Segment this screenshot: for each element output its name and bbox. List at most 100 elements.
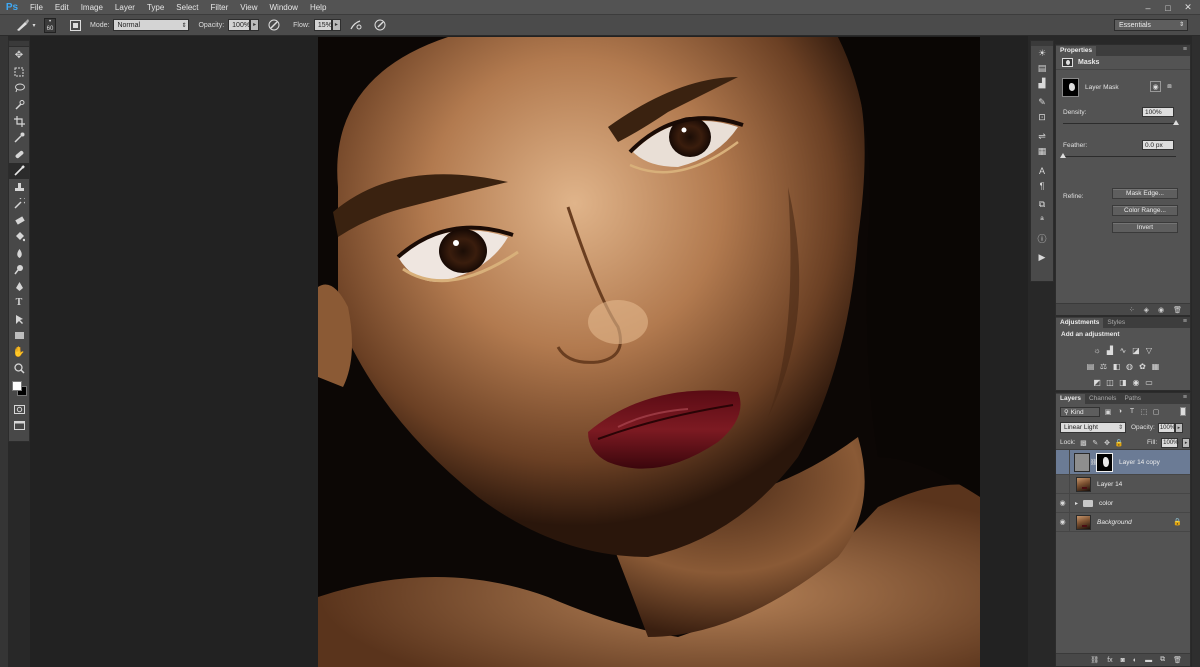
filter-kind-select[interactable]: ⚲ Kind xyxy=(1060,406,1100,417)
visibility-toggle[interactable]: ● xyxy=(1056,450,1070,474)
menu-help[interactable]: Help xyxy=(304,0,332,15)
history-brush-icon[interactable] xyxy=(9,196,29,213)
crop-icon[interactable] xyxy=(9,113,29,130)
close-button[interactable]: ✕ xyxy=(1178,0,1198,15)
chevron-down-icon[interactable]: ▾ xyxy=(30,18,38,32)
layer-row[interactable]: ◉ ▸ color xyxy=(1056,494,1190,513)
menu-filter[interactable]: Filter xyxy=(205,0,235,15)
timeline-play-icon[interactable]: ▶ xyxy=(1031,250,1053,265)
select-pixel-mask-icon[interactable]: ◉ xyxy=(1150,81,1161,92)
color-balance-icon[interactable]: ⚖ xyxy=(1099,361,1109,371)
zoom-icon[interactable] xyxy=(9,361,29,378)
smart-object-filter-icon[interactable]: ▢ xyxy=(1152,408,1160,416)
trash-icon[interactable]: 🗑 xyxy=(1173,656,1182,664)
fill-dropdown[interactable]: ▸ xyxy=(1182,437,1191,448)
layer-mask-thumbnail[interactable] xyxy=(1096,452,1113,472)
histogram-icon[interactable]: ▟ xyxy=(1031,76,1053,91)
mask-edge-button[interactable]: Mask Edge... xyxy=(1112,188,1178,199)
history-icon[interactable]: ☀ xyxy=(1031,46,1053,61)
tool-presets-icon[interactable]: ⇌ xyxy=(1031,129,1053,144)
flow-dropdown[interactable]: ▸ xyxy=(331,19,341,31)
rectangle-icon[interactable] xyxy=(9,328,29,345)
pen-icon[interactable] xyxy=(9,278,29,295)
brush-icon[interactable] xyxy=(9,162,29,179)
photo-filter-icon[interactable]: ◍ xyxy=(1125,361,1135,371)
minimize-button[interactable]: – xyxy=(1138,0,1158,15)
brush-panel-icon[interactable] xyxy=(68,18,82,32)
flow-field[interactable]: 15% xyxy=(313,19,332,31)
info-icon[interactable]: ⓘ xyxy=(1031,231,1053,246)
color-lookup-icon[interactable]: ▦ xyxy=(1151,361,1161,371)
menu-file[interactable]: File xyxy=(24,0,49,15)
marquee-icon[interactable] xyxy=(9,64,29,81)
posterize-icon[interactable]: ◫ xyxy=(1105,377,1115,387)
clone-source-icon[interactable]: ⊡ xyxy=(1031,110,1053,125)
eraser-icon[interactable] xyxy=(9,212,29,229)
vibrance-icon[interactable]: ▽ xyxy=(1144,345,1154,355)
eyedropper-icon[interactable] xyxy=(9,130,29,147)
type-filter-icon[interactable]: T xyxy=(1128,408,1136,416)
new-group-icon[interactable]: ▬ xyxy=(1145,657,1152,664)
toggle-mask-icon[interactable]: ◉ xyxy=(1158,306,1164,314)
menu-type[interactable]: Type xyxy=(141,0,170,15)
tab-layers[interactable]: Layers xyxy=(1056,394,1085,404)
actions-icon[interactable]: ▤ xyxy=(1031,61,1053,76)
tab-adjustments[interactable]: Adjustments xyxy=(1056,318,1104,328)
layer-opacity-field[interactable]: 100% xyxy=(1157,422,1175,433)
opacity-dropdown[interactable]: ▸ xyxy=(250,19,260,31)
menu-select[interactable]: Select xyxy=(170,0,204,15)
filter-toggle[interactable] xyxy=(1180,407,1186,416)
panel-menu-icon[interactable]: ≡ xyxy=(1183,394,1187,401)
airbrush-icon[interactable] xyxy=(349,18,363,32)
path-selection-icon[interactable] xyxy=(9,311,29,328)
visibility-toggle[interactable]: ● xyxy=(1056,475,1070,493)
menu-view[interactable]: View xyxy=(234,0,263,15)
swatches-icon[interactable]: ▦ xyxy=(1031,144,1053,159)
load-selection-icon[interactable]: ⁘ xyxy=(1129,306,1135,314)
feather-slider-thumb[interactable] xyxy=(1060,153,1066,158)
lasso-icon[interactable] xyxy=(9,80,29,97)
panel-menu-icon[interactable]: ≡ xyxy=(1183,318,1187,325)
pressure-opacity-icon[interactable] xyxy=(267,18,281,32)
levels-icon[interactable]: ▟ xyxy=(1105,345,1115,355)
threshold-icon[interactable]: ◨ xyxy=(1118,377,1128,387)
tab-channels[interactable]: Channels xyxy=(1085,394,1120,404)
maximize-button[interactable]: □ xyxy=(1158,0,1178,15)
invert-adjustment-icon[interactable]: ◩ xyxy=(1092,377,1102,387)
panel-menu-icon[interactable]: ≡ xyxy=(1183,46,1187,53)
layer-row[interactable]: ◉ Background 🔒 xyxy=(1056,513,1190,532)
tab-paths[interactable]: Paths xyxy=(1120,394,1145,404)
invert-button[interactable]: Invert xyxy=(1112,222,1178,233)
brightness-contrast-icon[interactable]: ☼ xyxy=(1092,345,1102,355)
eye-icon[interactable]: ◉ xyxy=(1056,494,1070,512)
layer-row[interactable]: ● Layer 14 xyxy=(1056,475,1190,494)
workspace-switcher[interactable]: Essentials ⇕ xyxy=(1114,19,1188,31)
trash-icon[interactable]: 🗑 xyxy=(1173,306,1182,314)
link-layers-icon[interactable]: ⛓ xyxy=(1090,656,1099,664)
pixel-filter-icon[interactable]: ▣ xyxy=(1104,408,1112,416)
foreground-color-swatch[interactable] xyxy=(12,381,22,391)
density-field[interactable]: 100% xyxy=(1142,107,1174,117)
layer-row[interactable]: ● ⛓ Layer 14 copy xyxy=(1056,450,1190,475)
add-mask-icon[interactable]: ◙ xyxy=(1121,657,1125,664)
feather-slider-track[interactable] xyxy=(1063,156,1176,157)
tab-styles[interactable]: Styles xyxy=(1103,318,1129,328)
layer-opacity-dropdown[interactable]: ▸ xyxy=(1174,422,1183,433)
apply-mask-icon[interactable]: ◈ xyxy=(1144,306,1149,314)
paragraph-icon[interactable]: ¶ xyxy=(1031,178,1053,193)
tab-properties[interactable]: Properties xyxy=(1056,46,1097,56)
menu-edit[interactable]: Edit xyxy=(49,0,75,15)
chevron-right-icon[interactable]: ▸ xyxy=(1075,500,1078,507)
menu-window[interactable]: Window xyxy=(264,0,304,15)
brush-size-picker[interactable]: • 60 xyxy=(44,17,56,33)
lock-image-icon[interactable]: ✎ xyxy=(1091,439,1099,447)
new-layer-icon[interactable]: ⧉ xyxy=(1160,656,1165,664)
hue-saturation-icon[interactable]: ▤ xyxy=(1086,361,1096,371)
menu-layer[interactable]: Layer xyxy=(109,0,141,15)
channel-mixer-icon[interactable]: ✿ xyxy=(1138,361,1148,371)
clone-stamp-icon[interactable] xyxy=(9,179,29,196)
blur-icon[interactable] xyxy=(9,245,29,262)
paint-bucket-icon[interactable] xyxy=(9,229,29,246)
character-icon[interactable]: A xyxy=(1031,163,1053,178)
lock-all-icon[interactable]: 🔒 xyxy=(1115,439,1124,447)
